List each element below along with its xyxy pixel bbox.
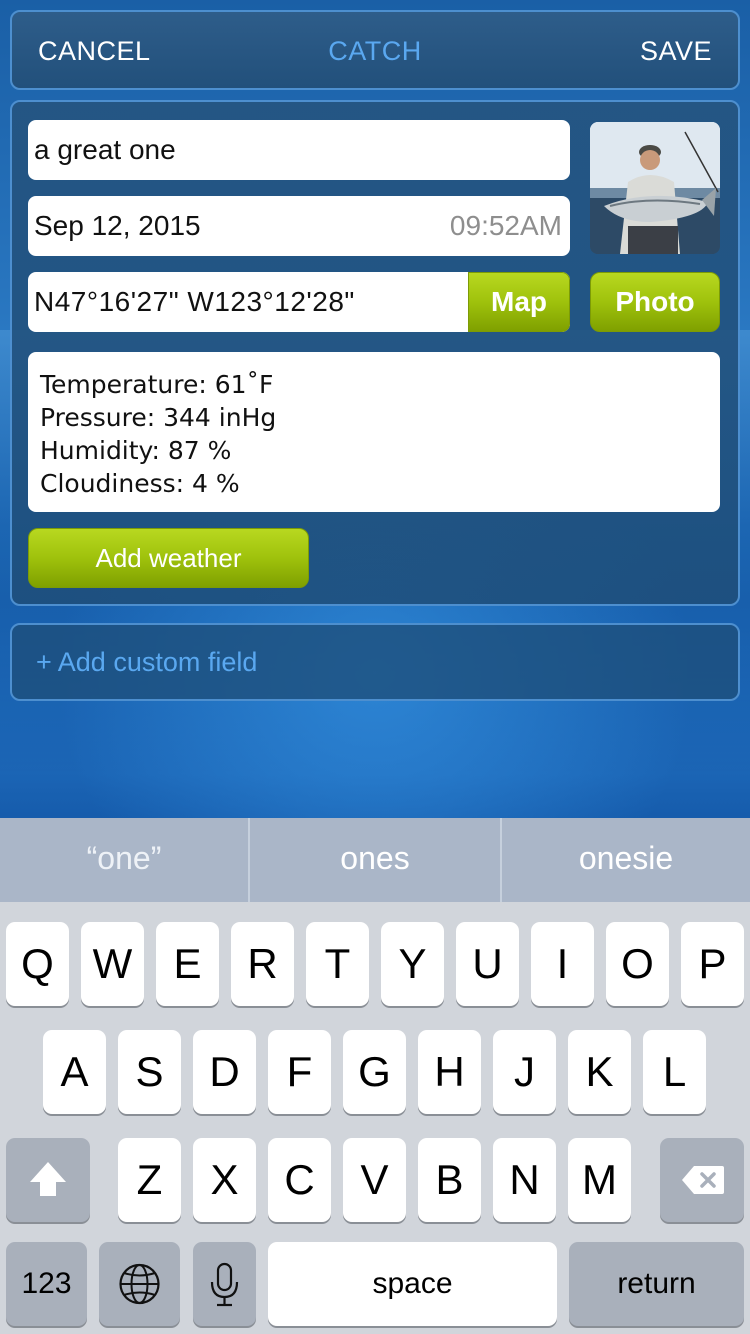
photo-button[interactable]: Photo: [590, 272, 720, 332]
map-button[interactable]: Map: [468, 272, 570, 332]
key-s[interactable]: S: [118, 1030, 181, 1114]
key-x[interactable]: X: [193, 1138, 256, 1222]
globe-icon: [119, 1263, 160, 1305]
key-j[interactable]: J: [493, 1030, 556, 1114]
top-navigation-bar: CANCEL CATCH SAVE: [10, 10, 740, 90]
key-l[interactable]: L: [643, 1030, 706, 1114]
angler-photo-icon: [590, 122, 720, 254]
add-weather-button[interactable]: Add weather: [28, 528, 309, 588]
key-t[interactable]: T: [306, 922, 369, 1006]
key-f[interactable]: F: [268, 1030, 331, 1114]
key-g[interactable]: G: [343, 1030, 406, 1114]
suggestion-item[interactable]: ones: [250, 818, 500, 902]
key-d[interactable]: D: [193, 1030, 256, 1114]
microphone-icon: [210, 1262, 239, 1307]
weather-temperature: Temperature: 61˚F: [40, 370, 274, 399]
key-k[interactable]: K: [568, 1030, 631, 1114]
weather-pressure: Pressure: 344 inHg: [40, 403, 277, 432]
return-key[interactable]: return: [569, 1242, 744, 1326]
keyboard: “one” ones onesie Q W E R T Y U I O P A …: [0, 818, 750, 1334]
catch-photo-thumbnail[interactable]: [590, 122, 720, 254]
suggestion-bar: “one” ones onesie: [0, 818, 750, 902]
numbers-key[interactable]: 123: [6, 1242, 87, 1326]
key-u[interactable]: U: [456, 922, 519, 1006]
shift-arrow-icon: [30, 1162, 66, 1196]
shift-key[interactable]: [6, 1138, 90, 1222]
key-w[interactable]: W: [81, 922, 144, 1006]
add-custom-field-button[interactable]: + Add custom field: [10, 623, 740, 701]
weather-humidity: Humidity: 87 %: [40, 436, 232, 465]
key-i[interactable]: I: [531, 922, 594, 1006]
catch-form-panel: a great one Sep 12, 2015 09:52AM N47°16'…: [10, 100, 740, 606]
key-r[interactable]: R: [231, 922, 294, 1006]
backspace-icon: [682, 1166, 724, 1194]
page-title: CATCH: [328, 36, 422, 66]
save-button[interactable]: SAVE: [640, 36, 712, 67]
key-c[interactable]: C: [268, 1138, 331, 1222]
key-p[interactable]: P: [681, 922, 744, 1006]
space-key[interactable]: space: [268, 1242, 557, 1326]
key-a[interactable]: A: [43, 1030, 106, 1114]
key-y[interactable]: Y: [381, 922, 444, 1006]
delete-key[interactable]: [660, 1138, 744, 1222]
date-value: Sep 12, 2015: [34, 210, 201, 241]
key-m[interactable]: M: [568, 1138, 631, 1222]
weather-info-box: Temperature: 61˚F Pressure: 344 inHg Hum…: [28, 352, 720, 512]
suggestion-item[interactable]: “one”: [0, 818, 248, 902]
key-n[interactable]: N: [493, 1138, 556, 1222]
key-e[interactable]: E: [156, 922, 219, 1006]
key-h[interactable]: H: [418, 1030, 481, 1114]
suggestion-item[interactable]: onesie: [502, 818, 750, 902]
key-z[interactable]: Z: [118, 1138, 181, 1222]
key-q[interactable]: Q: [6, 922, 69, 1006]
globe-key[interactable]: [99, 1242, 180, 1326]
date-time-field[interactable]: Sep 12, 2015 09:52AM: [28, 196, 570, 256]
key-o[interactable]: O: [606, 922, 669, 1006]
key-b[interactable]: B: [418, 1138, 481, 1222]
time-value: 09:52AM: [449, 210, 562, 241]
weather-cloudiness: Cloudiness: 4 %: [40, 469, 240, 498]
key-v[interactable]: V: [343, 1138, 406, 1222]
dictation-key[interactable]: [193, 1242, 256, 1326]
catch-title-field[interactable]: a great one: [28, 120, 570, 180]
